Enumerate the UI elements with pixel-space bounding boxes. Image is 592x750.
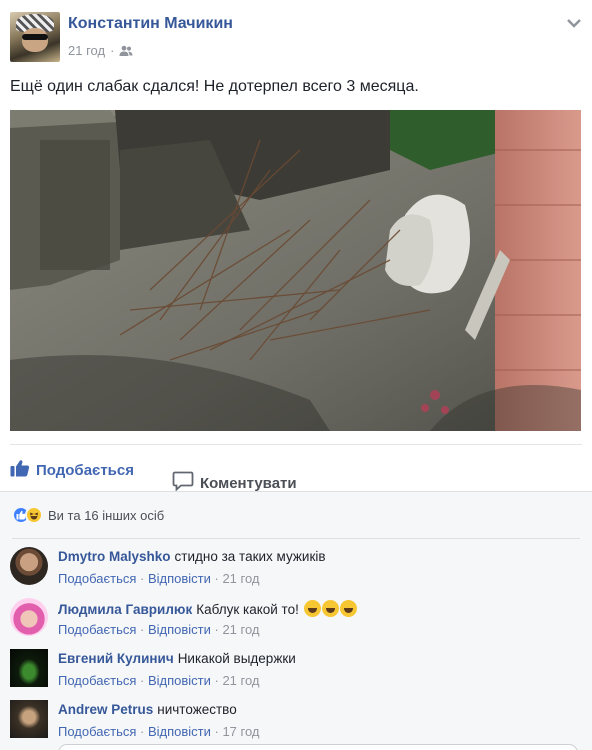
comment-meta: Подобається · Відповісти · 17 год [58, 724, 260, 739]
comment-avatar[interactable] [10, 598, 48, 636]
comment-author[interactable]: Людмила Гаврилюк [58, 602, 192, 617]
comment-author[interactable]: Andrew Petrus [58, 702, 153, 717]
comment-reply-link[interactable]: Відповісти [148, 724, 211, 739]
reactions-summary[interactable]: Ви та 16 інших осіб [12, 506, 164, 524]
comment-body: Людмила Гаврилюк Каблук какой то! [58, 600, 357, 617]
post-header: Константин Мачикин 21 год · [10, 12, 582, 62]
comment-composer [10, 744, 582, 750]
post-actions: Подобається Коментувати [10, 444, 582, 492]
like-label: Подобається [36, 461, 134, 479]
chevron-down-icon[interactable] [566, 16, 582, 30]
post-photo[interactable] [10, 110, 581, 431]
comment-avatar[interactable] [10, 547, 48, 585]
comment-meta: Подобається · Відповісти · 21 год [58, 622, 260, 637]
comment-item: Людмила Гаврилюк Каблук какой то! Подобає… [10, 598, 582, 646]
comment-text: Никакой выдержки [177, 651, 296, 666]
post-timestamp[interactable]: 21 год [68, 43, 105, 58]
comment-meta: Подобається · Відповісти · 21 год [58, 571, 260, 586]
comment-text: Каблук какой то! [196, 602, 299, 617]
thumbs-up-icon [10, 459, 30, 481]
author-avatar[interactable] [10, 12, 60, 62]
reactions-text: Ви та 16 інших осіб [48, 507, 165, 523]
comment-like-link[interactable]: Подобається [58, 673, 136, 688]
comment-item: Евгений Кулинич Никакой выдержки Подобаєт… [10, 649, 582, 697]
post-text: Ещё один слабак сдался! Не дотерпел всег… [10, 78, 419, 95]
comment-body: Евгений Кулинич Никакой выдержки [58, 651, 296, 666]
post-card: Константин Мачикин 21 год · Ещё один сла… [0, 0, 592, 750]
author-name[interactable]: Константин Мачикин [68, 15, 233, 33]
comment-body: Dmytro Malyshko стидно за таких мужиків [58, 549, 326, 564]
comment-meta: Подобається · Відповісти · 21 год [58, 673, 260, 688]
comment-like-link[interactable]: Подобається [58, 622, 136, 637]
comment-item: Dmytro Malyshko стидно за таких мужиків П… [10, 547, 582, 595]
comment-like-link[interactable]: Подобається [58, 571, 136, 586]
comment-author[interactable]: Евгений Кулинич [58, 651, 174, 666]
haha-emoji-icon [303, 600, 321, 617]
haha-emoji-icon [339, 600, 357, 617]
haha-reaction-icon [25, 506, 43, 524]
post-meta: 21 год · [68, 43, 133, 58]
comment-time[interactable]: 21 год [222, 571, 259, 586]
like-button[interactable]: Подобається [10, 459, 134, 481]
comment-body: Andrew Petrus ничтожество [58, 702, 237, 717]
comment-text: стидно за таких мужиків [174, 549, 326, 564]
meta-separator: · [110, 43, 115, 58]
comment-time[interactable]: 21 год [222, 622, 259, 637]
comment-reply-link[interactable]: Відповісти [148, 673, 211, 688]
comment-avatar[interactable] [10, 649, 48, 687]
comment-reply-link[interactable]: Відповісти [148, 622, 211, 637]
comment-label: Коментувати [200, 474, 297, 492]
haha-emoji-icon [321, 600, 339, 617]
comment-time[interactable]: 21 год [222, 673, 259, 688]
friends-icon[interactable] [119, 45, 133, 57]
comment-time[interactable]: 17 год [222, 724, 259, 739]
divider [12, 538, 580, 539]
comment-item: Andrew Petrus ничтожество Подобається · В… [10, 700, 582, 748]
comment-author[interactable]: Dmytro Malyshko [58, 549, 171, 564]
comment-like-link[interactable]: Подобається [58, 724, 136, 739]
comment-text: ничтожество [157, 702, 237, 717]
comment-reply-link[interactable]: Відповісти [148, 571, 211, 586]
comment-input[interactable] [58, 744, 578, 750]
comments-section: Ви та 16 інших осіб Dmytro Malyshko стидн… [0, 491, 592, 750]
comment-avatar[interactable] [10, 700, 48, 738]
